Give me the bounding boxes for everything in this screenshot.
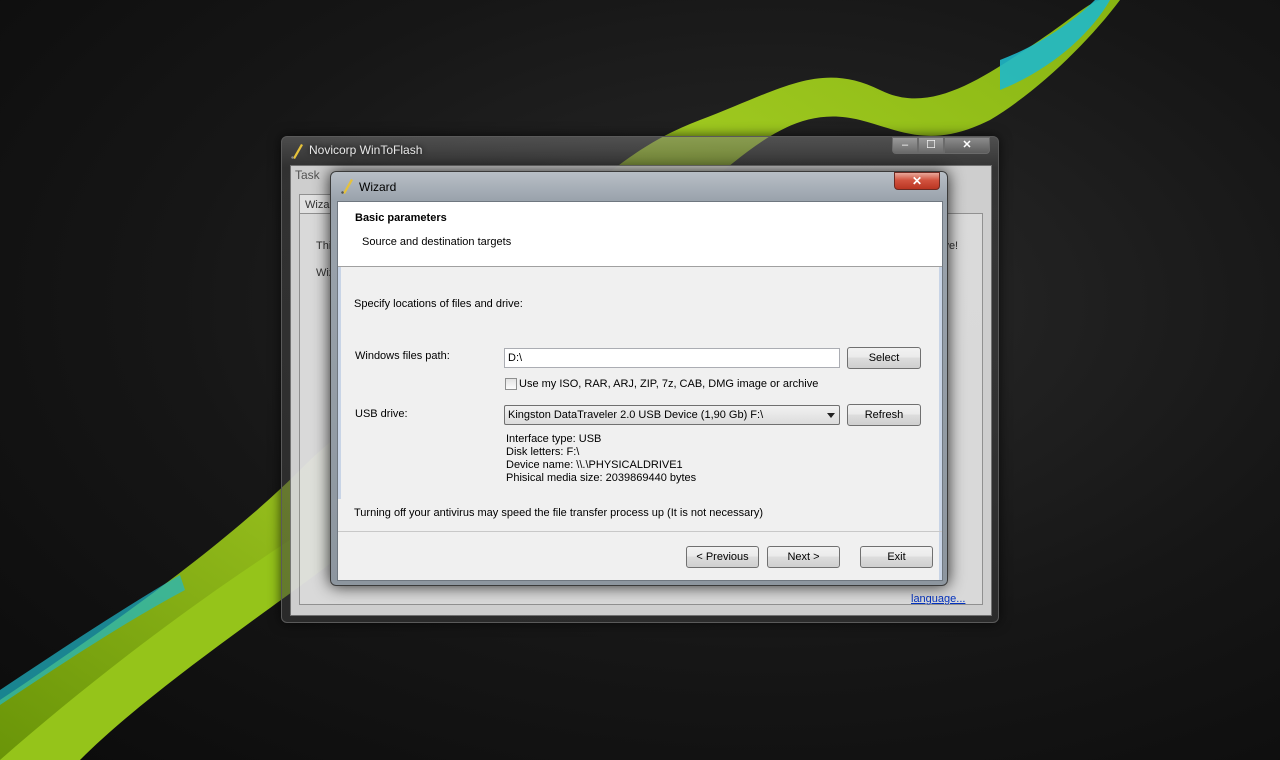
windows-files-label: Windows files path:: [355, 350, 450, 362]
language-link[interactable]: language...: [911, 593, 965, 605]
instruction-text: Specify locations of files and drive:: [354, 298, 523, 310]
wizard-icon: [340, 178, 354, 197]
menu-task[interactable]: Task: [295, 168, 320, 182]
left-edge-strip: [338, 267, 341, 499]
minimize-button[interactable]: –: [892, 137, 918, 154]
wizard-header: Basic parameters Source and destination …: [338, 202, 942, 267]
main-close-button[interactable]: ✕: [944, 137, 990, 154]
next-button[interactable]: Next >: [767, 546, 840, 568]
exit-button[interactable]: Exit: [860, 546, 933, 568]
wizard-title: Wizard: [359, 180, 397, 194]
page-title: Basic parameters: [355, 212, 447, 224]
main-window-title: Novicorp WinToFlash: [309, 143, 423, 157]
select-button[interactable]: Select: [847, 347, 921, 369]
usb-drive-label: USB drive:: [355, 408, 408, 420]
main-text-fragment: Thi: [316, 240, 332, 252]
scrollbar[interactable]: [939, 267, 942, 580]
main-caption-buttons: – ☐ ✕: [892, 137, 990, 155]
archive-checkbox[interactable]: [505, 378, 517, 390]
wizard-close-button[interactable]: ✕: [894, 172, 940, 190]
wizard-dialog: Wizard ✕ Basic parameters Source and des…: [330, 171, 948, 586]
drive-info-size: Phisical media size: 2039869440 bytes: [506, 472, 697, 484]
footer-divider: [338, 531, 942, 532]
usb-drive-select[interactable]: Kingston DataTraveler 2.0 USB Device (1,…: [504, 405, 840, 425]
drive-info-letters: Disk letters: F:\: [506, 446, 580, 458]
antivirus-note: Turning off your antivirus may speed the…: [354, 507, 764, 519]
windows-files-path-input[interactable]: D:\: [504, 348, 840, 368]
wizard-client: Basic parameters Source and destination …: [337, 201, 943, 581]
page-subtitle: Source and destination targets: [362, 236, 512, 248]
usb-drive-selected-value: Kingston DataTraveler 2.0 USB Device (1,…: [508, 409, 764, 421]
chevron-down-icon[interactable]: [827, 413, 835, 418]
drive-info-device: Device name: \\.\PHYSICALDRIVE1: [506, 459, 683, 471]
wintoflash-icon: [290, 143, 304, 162]
maximize-button[interactable]: ☐: [918, 137, 944, 154]
archive-checkbox-label[interactable]: Use my ISO, RAR, ARJ, ZIP, 7z, CAB, DMG …: [519, 378, 818, 390]
drive-info-interface: Interface type: USB: [506, 433, 602, 445]
previous-button[interactable]: < Previous: [686, 546, 759, 568]
refresh-button[interactable]: Refresh: [847, 404, 921, 426]
